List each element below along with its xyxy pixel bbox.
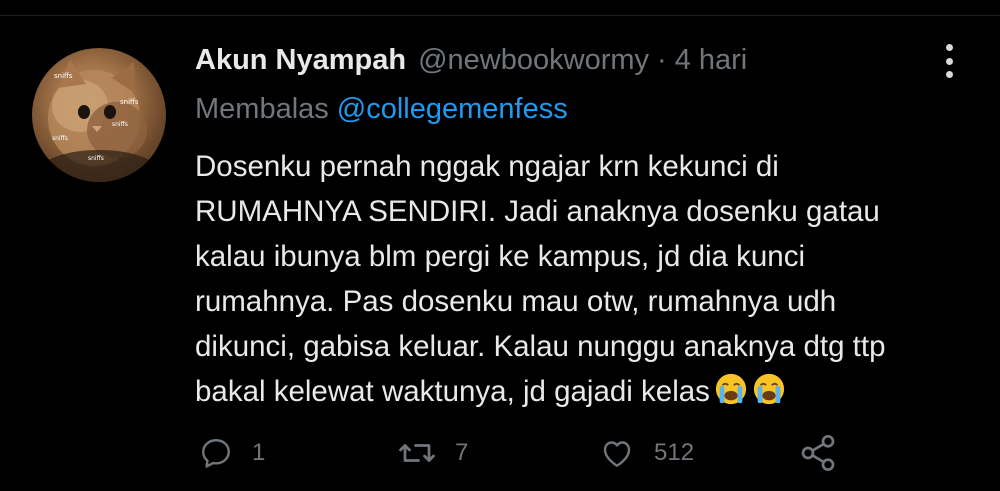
replying-to: Membalas @collegemenfess (195, 93, 568, 126)
tweet-actions: 1 7 512 (0, 428, 1000, 478)
share-icon (801, 435, 835, 471)
avatar-overlay-text: sniffs (120, 98, 139, 106)
more-dot (945, 71, 953, 78)
tweet-text-line: RUMAHNYA SENDIRI. Jadi anaknya dosenku g… (195, 195, 880, 228)
tweet-text-line: bakal kelewat waktunya, jd gajadi kelas (195, 375, 710, 408)
timestamp[interactable]: 4 hari (675, 44, 748, 77)
tweet-text-line: rumahnya. Pas dosenku mau otw, rumahnya … (195, 285, 837, 318)
avatar-overlay-text: sniffs (54, 72, 73, 80)
tweet-text-line: Dosenku pernah nggak ngajar krn kekunci … (195, 150, 779, 183)
tweet[interactable]: sniffs sniffs sniffs sniffs sniffs Akun … (0, 0, 1000, 491)
avatar-overlay-text: sniffs (112, 121, 128, 128)
tweet-text-last-line: bakal kelewat waktunya, jd gajadi kelas (195, 369, 985, 414)
tweet-text-line: kalau ibunya blm pergi ke kampus, jd dia… (195, 240, 805, 273)
top-divider (0, 15, 1000, 16)
retweet-count: 7 (455, 439, 469, 466)
tweet-text: Dosenku pernah nggak ngajar krn kekunci … (195, 144, 985, 414)
reply-prefix: Membalas (195, 93, 329, 125)
tweet-header: Akun Nyampah @newbookwormy · 4 hari (195, 44, 747, 84)
user-handle[interactable]: @newbookwormy (418, 44, 649, 77)
reply-mention-link[interactable]: @collegemenfess (337, 93, 568, 125)
avatar-overlay-text: sniffs (88, 155, 104, 162)
reply-button[interactable]: 1 (198, 428, 265, 478)
more-vertical-icon[interactable] (934, 44, 964, 78)
loudly-crying-face-emoji (715, 373, 747, 405)
retweet-icon (399, 444, 435, 462)
retweet-button[interactable]: 7 (397, 428, 468, 478)
reply-count: 1 (252, 439, 266, 466)
more-dot (945, 57, 953, 65)
avatar[interactable]: sniffs sniffs sniffs sniffs sniffs (32, 48, 166, 182)
like-count: 512 (654, 439, 695, 466)
avatar-overlay-text: sniffs (52, 135, 68, 142)
reply-icon (202, 439, 230, 468)
share-button[interactable] (798, 428, 838, 478)
tweet-text-line: dikunci, gabisa keluar. Kalau nunggu ana… (195, 330, 886, 363)
display-name[interactable]: Akun Nyampah (195, 44, 406, 77)
like-button[interactable]: 512 (598, 428, 694, 478)
cat-avatar-image: sniffs sniffs sniffs sniffs sniffs (39, 60, 159, 182)
heart-icon (603, 441, 631, 467)
loudly-crying-face-emoji (753, 373, 785, 405)
separator-dot: · (657, 44, 667, 76)
more-dot (945, 44, 953, 51)
